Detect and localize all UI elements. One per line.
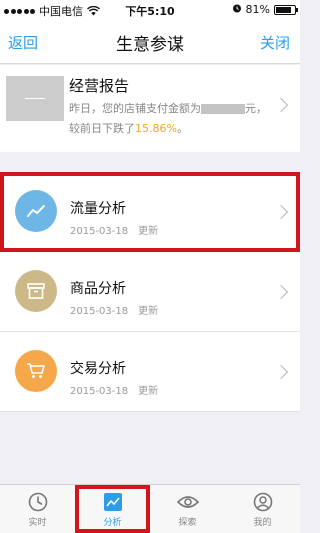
list-item-date: 2015-03-18 [70,306,129,317]
clock-icon [28,492,48,512]
list-item-traffic-analysis[interactable]: 流量分析 2015-03-18 更新 [0,172,300,252]
tab-analysis[interactable]: 分析 [75,485,150,533]
navigation-bar: 返回 生意参谋 关闭 [0,20,300,64]
report-percent: 15.86% [135,122,177,135]
report-title: 经营报告 [69,77,130,95]
tab-explore[interactable]: 探索 [150,485,225,533]
analysis-list: 流量分析 2015-03-18 更新 商品分析 2015-03-18 更新 交易分析… [0,172,300,412]
cart-icon [15,350,57,392]
list-item-trade-analysis[interactable]: 交易分析 2015-03-18 更新 [0,332,300,412]
chevron-right-icon [273,204,289,220]
battery-icon [274,4,298,15]
masked-amount [201,104,245,114]
list-item-meta: 2015-03-18 更新 [70,222,158,237]
report-description: 昨日，您的店铺支付金额为 元，较前日下跌了15.86%。 [69,99,276,139]
tab-realtime[interactable]: 实时 [0,485,75,533]
report-desc-before: 昨日，您的店铺支付金额为 [69,102,201,115]
list-item-meta: 2015-03-18 更新 [70,302,158,317]
user-icon [253,492,273,512]
trend-icon [15,190,57,232]
list-item-status: 更新 [138,226,159,237]
status-right: 81% [232,3,298,16]
report-thumbnail [6,76,64,121]
list-item-product-analysis[interactable]: 商品分析 2015-03-18 更新 [0,252,300,332]
list-item-meta: 2015-03-18 更新 [70,382,158,397]
close-button[interactable]: 关闭 [260,32,290,53]
chevron-right-icon [273,97,289,113]
list-item-date: 2015-03-18 [70,386,129,397]
chart-icon [103,492,123,512]
list-item-date: 2015-03-18 [70,226,129,237]
tab-label: 我的 [253,518,272,528]
battery-percent: 81% [245,3,270,16]
page-title: 生意参谋 [116,35,184,55]
tab-label: 分析 [103,518,122,528]
business-report-card[interactable]: 经营报告 昨日，您的店铺支付金额为 元，较前日下跌了15.86%。 [0,65,300,152]
section-gap [0,152,300,172]
list-item-label: 交易分析 [70,361,126,377]
list-item-label: 流量分析 [70,201,126,217]
report-desc-end: 。 [176,122,188,135]
tab-bar: 实时 分析 探索 我的 [0,484,300,533]
list-item-status: 更新 [138,306,159,317]
list-item-label: 商品分析 [70,281,126,297]
tab-mine[interactable]: 我的 [225,485,300,533]
eye-icon [176,492,199,512]
box-icon [15,270,57,312]
tab-label: 实时 [28,518,47,528]
status-bar: 中国电信 下午5:10 81% [0,0,300,20]
alarm-icon [232,3,242,16]
chevron-right-icon [273,364,289,380]
tab-label: 探索 [178,518,197,528]
chevron-right-icon [273,284,289,300]
list-item-status: 更新 [138,386,159,397]
